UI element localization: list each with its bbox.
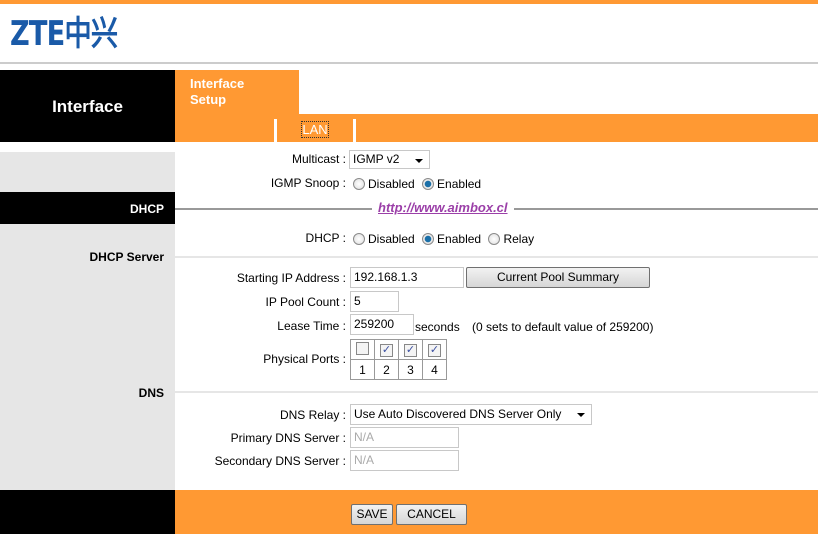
- lease-unit: seconds: [415, 320, 460, 334]
- lease-time-input[interactable]: 259200: [350, 314, 414, 335]
- port-3-checkbox[interactable]: ✓: [404, 344, 417, 357]
- primary-dns-input[interactable]: N/A: [350, 427, 459, 448]
- dhcp-enabled-radio[interactable]: [422, 233, 435, 245]
- lease-note: (0 sets to default value of 259200): [472, 320, 654, 334]
- port-2-checkbox[interactable]: ✓: [380, 344, 393, 357]
- secondary-dns-input[interactable]: N/A: [350, 450, 459, 471]
- tab-label: Interface Setup: [190, 76, 245, 107]
- lease-time-label: Lease Time :: [277, 319, 346, 333]
- radio-label: Enabled: [437, 232, 482, 246]
- radio-label: Enabled: [437, 177, 482, 191]
- igmp-disabled-radio[interactable]: [353, 178, 365, 190]
- section-title: Interface: [52, 97, 123, 116]
- cancel-button[interactable]: CANCEL: [396, 504, 467, 525]
- zte-logo: ZTE中兴: [10, 14, 144, 54]
- dns-relay-label: DNS Relay :: [279, 408, 346, 422]
- pool-count-label: IP Pool Count :: [265, 295, 347, 309]
- physical-ports-table: ✓ ✓ ✓ 1234: [350, 339, 447, 380]
- port-number: 3: [398, 359, 423, 380]
- port-cell: ✓: [422, 339, 447, 360]
- section-header: Interface: [0, 70, 175, 142]
- current-pool-summary-button[interactable]: Current Pool Summary: [466, 267, 650, 288]
- dhcp-radio-group: Disabled Enabled Relay: [349, 232, 534, 246]
- top-bar: [0, 0, 818, 4]
- port-cell: [350, 339, 375, 360]
- port-cell: ✓: [374, 339, 399, 360]
- separator: [175, 391, 818, 393]
- radio-label: Relay: [503, 232, 535, 246]
- pool-count-input[interactable]: 5: [350, 291, 399, 312]
- port-cell: ✓: [398, 339, 423, 360]
- secondary-dns-label: Secondary DNS Server :: [214, 454, 346, 468]
- multicast-select[interactable]: IGMP v2: [349, 150, 430, 169]
- dns-relay-select[interactable]: Use Auto Discovered DNS Server Only: [350, 404, 592, 425]
- radio-label: Disabled: [368, 232, 415, 246]
- divider: [0, 62, 818, 64]
- starting-ip-input[interactable]: 192.168.1.3: [350, 267, 464, 288]
- dhcp-relay-radio[interactable]: [488, 233, 501, 245]
- primary-dns-label: Primary DNS Server :: [230, 431, 346, 445]
- subtab-lan-label: LAN: [301, 121, 329, 138]
- subtab-bar: [299, 114, 818, 142]
- subtab-separator: [353, 119, 356, 142]
- logo-text: ZTE中兴: [10, 14, 118, 54]
- multicast-label: Multicast :: [291, 152, 346, 166]
- port-number: 4: [422, 359, 447, 380]
- port-number: 2: [374, 359, 399, 380]
- port-1-checkbox[interactable]: [356, 341, 369, 355]
- igmp-snoop-radio-group: Disabled Enabled: [349, 177, 481, 191]
- igmp-snoop-label: IGMP Snoop :: [270, 176, 346, 190]
- footer-left: [0, 490, 175, 534]
- chevron-down-icon: [415, 159, 423, 163]
- starting-ip-label: Starting IP Address :: [236, 271, 346, 285]
- dhcp-label: DHCP :: [305, 231, 346, 245]
- separator: [175, 256, 818, 258]
- radio-label: Disabled: [368, 177, 415, 191]
- section-dhcp-server: DHCP Server: [89, 250, 164, 264]
- chevron-down-icon: [577, 413, 585, 417]
- multicast-value: IGMP v2: [353, 152, 400, 166]
- watermark-link[interactable]: http://www.aimbox.cl: [372, 200, 514, 215]
- section-dhcp: DHCP: [129, 202, 164, 216]
- footer-bar: [175, 490, 818, 534]
- subtab-lan[interactable]: LAN: [277, 121, 353, 138]
- port-4-checkbox[interactable]: ✓: [428, 344, 441, 357]
- dns-relay-value: Use Auto Discovered DNS Server Only: [354, 407, 562, 421]
- section-dns: DNS: [138, 386, 164, 400]
- igmp-enabled-radio[interactable]: [422, 178, 435, 190]
- port-number: 1: [350, 359, 375, 380]
- physical-ports-label: Physical Ports :: [263, 352, 346, 366]
- dhcp-disabled-radio[interactable]: [353, 233, 365, 245]
- save-button[interactable]: SAVE: [351, 504, 393, 525]
